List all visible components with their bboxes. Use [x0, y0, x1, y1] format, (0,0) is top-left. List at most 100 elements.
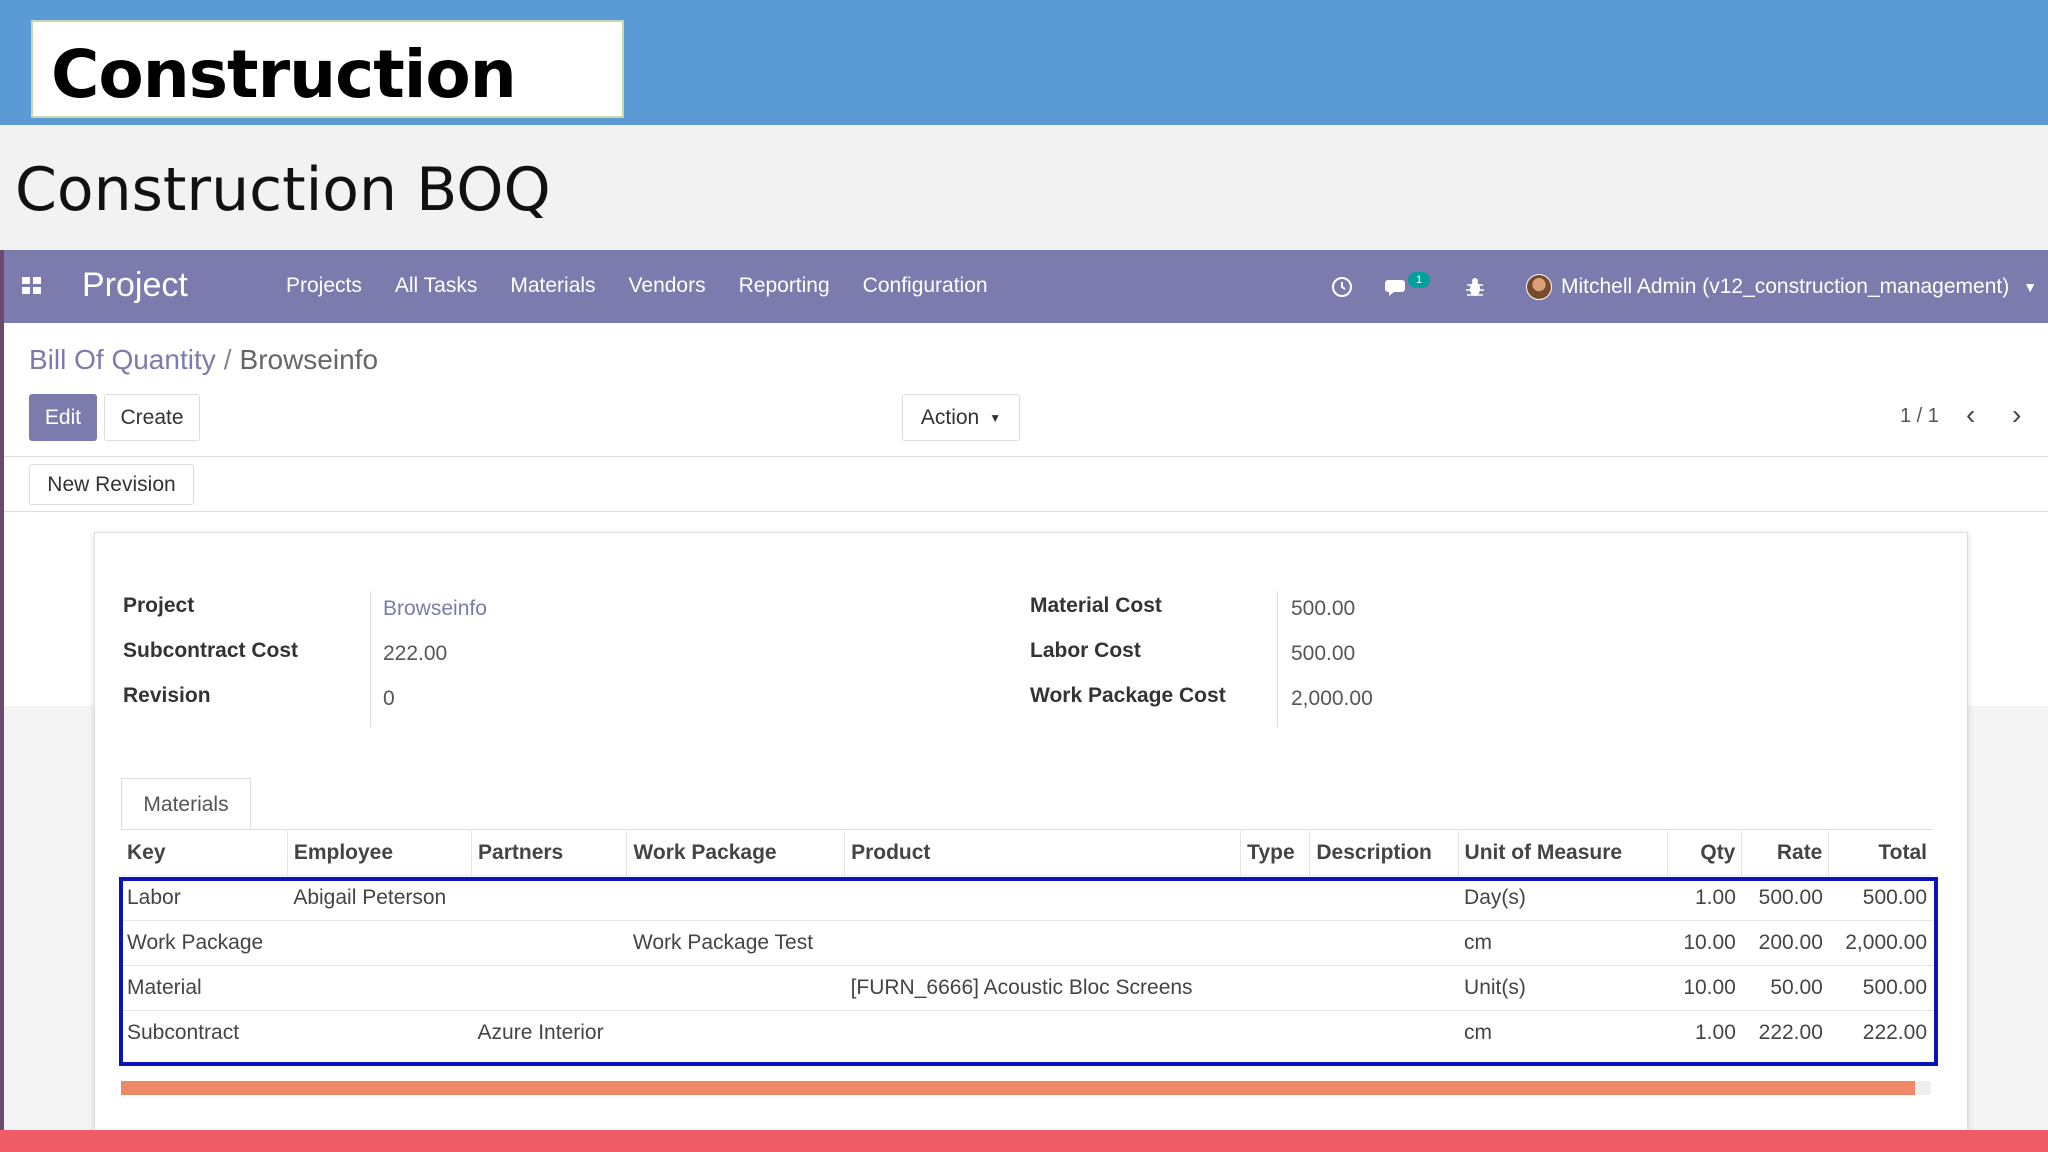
column-header-partners[interactable]: Partners	[471, 831, 627, 875]
column-header-key[interactable]: Key	[121, 831, 288, 875]
menu-projects[interactable]: Projects	[286, 274, 362, 298]
column-header-work-package[interactable]: Work Package	[626, 831, 845, 875]
app-name[interactable]: Project	[82, 266, 188, 305]
cell-work-package	[626, 1009, 845, 1055]
column-header-rate[interactable]: Rate	[1741, 831, 1829, 875]
column-header-unit-of-measure[interactable]: Unit of Measure	[1457, 831, 1668, 875]
pager-value[interactable]: 1 / 1	[1900, 405, 1939, 428]
avatar	[1526, 273, 1552, 300]
cell-partners: Azure Interior	[471, 1009, 627, 1055]
cell-partners	[471, 919, 627, 965]
action-label: Action	[920, 405, 980, 429]
cell-description	[1309, 964, 1459, 1010]
cell-uom: Unit(s)	[1458, 964, 1668, 1010]
cell-employee	[287, 1009, 472, 1055]
tab-underline	[121, 829, 1933, 830]
chat-icon[interactable]: 1	[1384, 250, 1430, 323]
cell-key: Work Package	[121, 919, 288, 965]
cell-product: [FURN_6666] Acoustic Bloc Screens	[844, 964, 1241, 1010]
table-header-row: Key Employee Partners Work Package Produ…	[121, 831, 1933, 875]
action-dropdown[interactable]: Action ▼	[902, 394, 1020, 441]
slide-subtitle-band: Construction BOQ	[0, 125, 2048, 250]
edit-button[interactable]: Edit	[29, 394, 97, 441]
field-separator	[370, 591, 371, 727]
breadcrumb-separator: /	[223, 344, 232, 375]
cell-rate: 200.00	[1741, 919, 1829, 965]
breadcrumb: Bill Of Quantity / Browseinfo	[29, 344, 378, 376]
menu-vendors[interactable]: Vendors	[629, 274, 706, 298]
cell-qty: 10.00	[1667, 919, 1742, 965]
column-header-qty[interactable]: Qty	[1667, 831, 1742, 875]
material-cost-label: Material Cost	[1030, 594, 1162, 617]
cell-type	[1240, 1009, 1310, 1055]
top-navbar: Project Projects All Tasks Materials Ven…	[4, 250, 2048, 323]
breadcrumb-bill-of-quantity[interactable]: Bill Of Quantity	[29, 344, 216, 375]
field-separator	[1277, 591, 1278, 727]
main-menu: Projects All Tasks Materials Vendors Rep…	[286, 274, 988, 298]
cell-employee: Abigail Peterson	[287, 874, 472, 920]
cell-total: 500.00	[1828, 964, 1933, 1010]
new-revision-button[interactable]: New Revision	[29, 464, 194, 505]
menu-all-tasks[interactable]: All Tasks	[395, 274, 477, 298]
cell-rate: 50.00	[1741, 964, 1829, 1010]
subcontract-cost-value: 222.00	[383, 642, 448, 665]
column-header-product[interactable]: Product	[844, 831, 1241, 875]
cell-employee	[287, 964, 472, 1010]
cell-qty: 1.00	[1667, 1009, 1742, 1055]
create-button[interactable]: Create	[104, 394, 200, 441]
column-header-employee[interactable]: Employee	[286, 831, 472, 875]
user-name: Mitchell Admin (v12_construction_managem…	[1561, 274, 2010, 298]
cell-uom: Day(s)	[1458, 874, 1668, 920]
cell-type	[1240, 964, 1310, 1010]
cell-total: 2,000.00	[1828, 919, 1933, 965]
project-label: Project	[123, 594, 195, 617]
user-menu[interactable]: Mitchell Admin (v12_construction_managem…	[1526, 250, 2037, 323]
divider	[4, 456, 2048, 457]
cell-uom: cm	[1458, 919, 1668, 965]
clock-icon[interactable]	[1330, 250, 1354, 323]
cell-product	[844, 874, 1241, 920]
column-header-type[interactable]: Type	[1240, 831, 1310, 875]
table-row[interactable]: Material [FURN_6666] Acoustic Bloc Scree…	[121, 964, 1933, 1010]
cell-product	[844, 919, 1241, 965]
cell-work-package: Work Package Test	[626, 919, 845, 965]
column-header-description[interactable]: Description	[1309, 831, 1459, 875]
table-row[interactable]: Labor Abigail Peterson Day(s) 1.00 500.0…	[121, 874, 1933, 920]
table-row[interactable]: Work Package Work Package Test cm 10.00 …	[121, 919, 1933, 965]
column-header-total[interactable]: Total	[1828, 831, 1933, 875]
cell-type	[1240, 874, 1310, 920]
cell-partners	[471, 874, 627, 920]
cell-key: Subcontract	[121, 1009, 288, 1055]
revision-label: Revision	[123, 684, 211, 707]
work-package-cost-value: 2,000.00	[1291, 687, 1373, 710]
slide-bottom-bar	[0, 1130, 2048, 1152]
cell-description	[1309, 1009, 1459, 1055]
form-sheet: Project Browseinfo Subcontract Cost 222.…	[94, 532, 1968, 1130]
labor-cost-value: 500.00	[1291, 642, 1356, 665]
table-row[interactable]: Subcontract Azure Interior cm 1.00 222.0…	[121, 1009, 1933, 1055]
scrollbar-thumb[interactable]	[121, 1081, 1915, 1095]
project-link[interactable]: Browseinfo	[383, 597, 487, 621]
horizontal-scrollbar[interactable]	[121, 1081, 1931, 1095]
cell-employee	[287, 919, 472, 965]
cell-product	[844, 1009, 1241, 1055]
cell-description	[1309, 874, 1459, 920]
menu-configuration[interactable]: Configuration	[863, 274, 988, 298]
work-package-cost-label: Work Package Cost	[1030, 684, 1226, 707]
cell-key: Labor	[121, 874, 288, 920]
chevron-right-icon[interactable]: ›	[2012, 399, 2021, 431]
slide-banner: Construction ERP	[0, 0, 2048, 190]
cell-qty: 1.00	[1667, 874, 1742, 920]
breadcrumb-current: Browseinfo	[239, 344, 379, 375]
apps-grid-icon[interactable]	[22, 277, 42, 295]
cell-description	[1309, 919, 1459, 965]
menu-reporting[interactable]: Reporting	[739, 274, 830, 298]
menu-materials[interactable]: Materials	[510, 274, 595, 298]
cell-work-package	[626, 964, 845, 1010]
chevron-left-icon[interactable]: ‹	[1966, 399, 1975, 431]
slide-subtitle: Construction BOQ	[15, 155, 551, 225]
cell-work-package	[626, 874, 845, 920]
chevron-down-icon: ▼	[2023, 278, 2038, 295]
bug-icon[interactable]	[1464, 250, 1486, 323]
tab-materials[interactable]: Materials	[121, 778, 251, 830]
